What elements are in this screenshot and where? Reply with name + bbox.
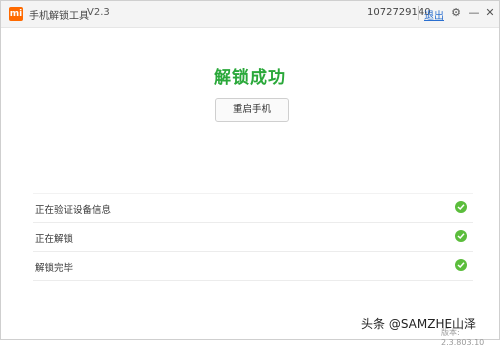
step-label: 正在解锁 bbox=[35, 234, 74, 245]
step-row: 解锁完毕 bbox=[33, 252, 473, 281]
step-row: 正在解锁 bbox=[33, 223, 473, 252]
gear-icon[interactable]: ⚙ bbox=[449, 6, 463, 20]
success-title: 解锁成功 bbox=[214, 68, 286, 88]
step-list: 正在验证设备信息 正在解锁 解锁完毕 bbox=[33, 193, 473, 281]
restart-phone-button[interactable]: 重启手机 bbox=[215, 98, 289, 122]
check-icon bbox=[455, 230, 467, 242]
minimize-icon[interactable]: — bbox=[467, 6, 481, 20]
title-bar: mi 手机解锁工具 V2.3 1072729140 退出 ⚙ — ✕ bbox=[1, 1, 499, 28]
version-footer: 版本: 2.3.803.10 bbox=[441, 328, 485, 347]
step-label: 正在验证设备信息 bbox=[35, 205, 112, 216]
logout-link[interactable]: 退出 bbox=[424, 7, 444, 22]
account-id: 1072729140 bbox=[367, 7, 431, 18]
mi-logo: mi bbox=[9, 7, 23, 21]
close-icon[interactable]: ✕ bbox=[483, 6, 497, 20]
check-icon bbox=[455, 201, 467, 213]
app-title: 手机解锁工具 bbox=[29, 11, 89, 22]
step-row: 正在验证设备信息 bbox=[33, 193, 473, 223]
app-version: V2.3 bbox=[87, 7, 110, 18]
app-window: mi 手机解锁工具 V2.3 1072729140 退出 ⚙ — ✕ 解锁成功 … bbox=[0, 0, 500, 347]
step-label: 解锁完毕 bbox=[35, 263, 74, 274]
title-separator bbox=[418, 6, 419, 20]
check-icon bbox=[455, 259, 467, 271]
